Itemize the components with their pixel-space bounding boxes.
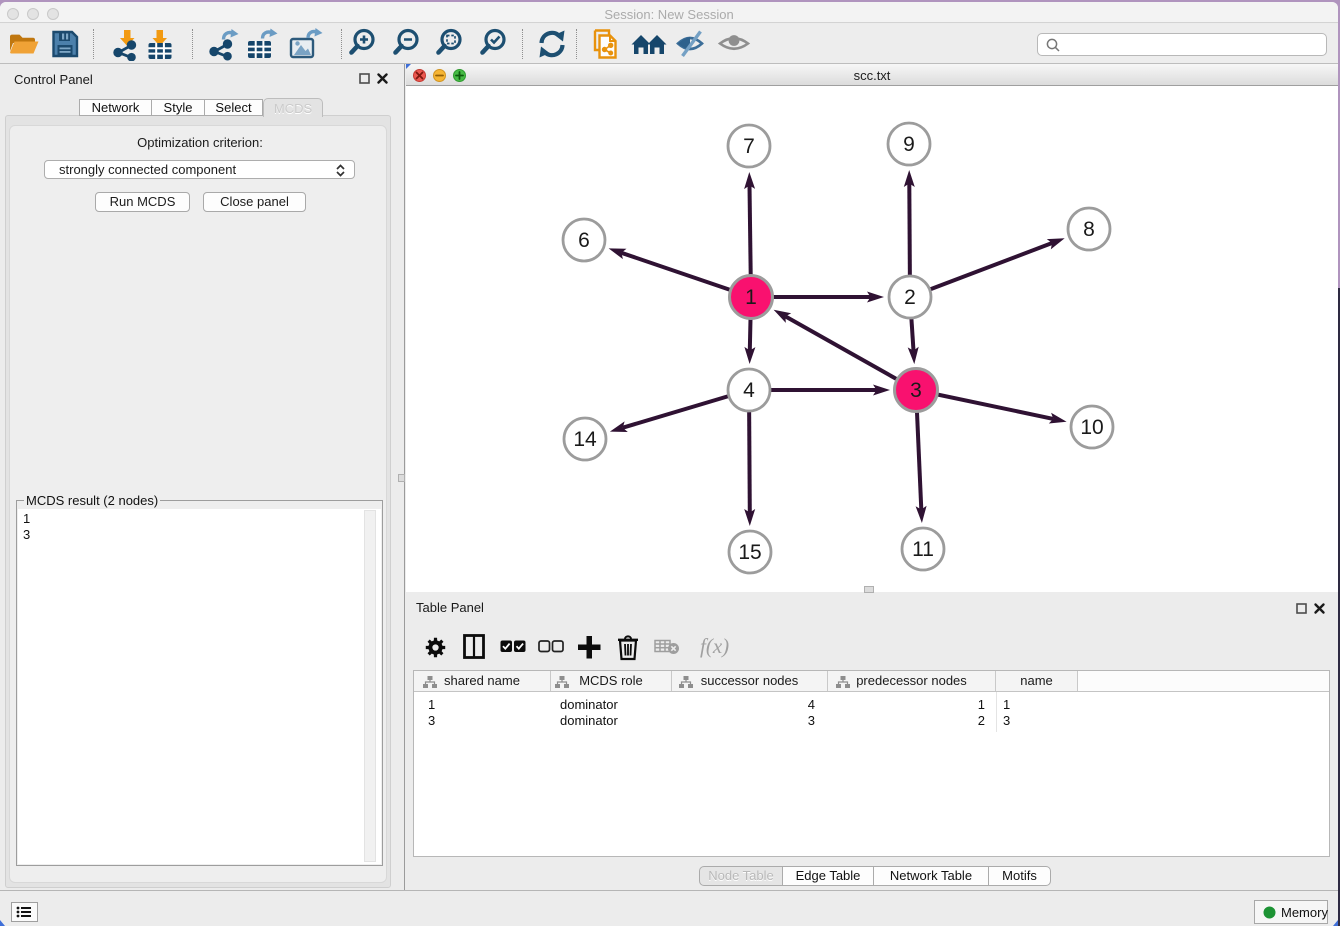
svg-text:10: 10 <box>1080 416 1103 439</box>
svg-text:15: 15 <box>738 541 761 564</box>
svg-text:9: 9 <box>903 133 915 156</box>
svg-text:8: 8 <box>1083 218 1095 241</box>
svg-text:1: 1 <box>745 286 757 309</box>
svg-text:7: 7 <box>743 135 755 158</box>
svg-text:14: 14 <box>573 428 597 451</box>
svg-text:2: 2 <box>904 286 916 309</box>
svg-text:6: 6 <box>578 229 590 252</box>
svg-text:4: 4 <box>743 379 755 402</box>
svg-text:11: 11 <box>912 538 934 561</box>
svg-text:3: 3 <box>910 379 922 402</box>
